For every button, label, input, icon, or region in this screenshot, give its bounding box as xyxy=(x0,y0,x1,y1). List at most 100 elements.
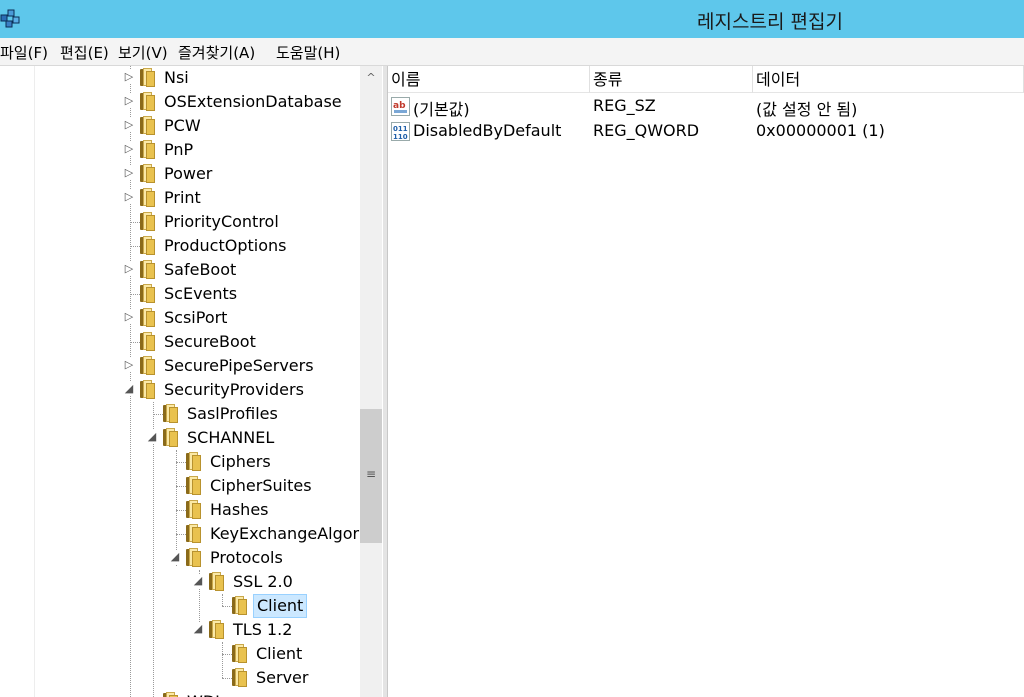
tree-item[interactable]: WDI... xyxy=(0,690,360,697)
values-list[interactable]: 이름 종류 데이터 ab (기본값) REG_SZ (값 설정 안 됨) 011 110 Disa… xyxy=(388,66,1024,697)
tree-item-label[interactable]: Nsi xyxy=(161,67,192,89)
folder-icon xyxy=(138,212,157,231)
tree-item[interactable]: ◢ TLS 1.2 xyxy=(0,618,360,642)
tree-item-label[interactable]: Ciphers xyxy=(207,451,274,473)
tree-item[interactable]: ◢ SecurityProviders xyxy=(0,378,360,402)
expanded-arrow-icon[interactable]: ◢ xyxy=(146,430,158,444)
collapsed-arrow-icon[interactable]: ▷ xyxy=(123,310,135,324)
tree-item[interactable]: Hashes xyxy=(0,498,360,522)
tree-item[interactable]: KeyExchangeAlgorith xyxy=(0,522,380,546)
collapsed-arrow-icon[interactable]: ▷ xyxy=(123,166,135,180)
tree-item-label[interactable]: SaslProfiles xyxy=(184,403,281,425)
tree-item[interactable]: ▷ Power xyxy=(0,162,360,186)
folder-icon xyxy=(138,356,157,375)
tree-item[interactable]: ProductOptions xyxy=(0,234,360,258)
tree-item[interactable]: SaslProfiles xyxy=(0,402,360,426)
tree-item[interactable]: Client xyxy=(0,642,360,666)
tree-item-label[interactable]: TLS 1.2 xyxy=(230,619,295,641)
tree-item-label[interactable]: Server xyxy=(253,667,311,689)
tree-item[interactable]: ▷ ScsiPort xyxy=(0,306,360,330)
tree-item[interactable]: CipherSuites xyxy=(0,474,360,498)
collapsed-arrow-icon[interactable]: ▷ xyxy=(123,190,135,204)
scroll-up-arrow-icon[interactable]: ^ xyxy=(360,66,382,90)
menu-item[interactable]: 파일(F) xyxy=(0,42,48,63)
tree-item-label[interactable]: Hashes xyxy=(207,499,272,521)
collapsed-arrow-icon[interactable]: ▷ xyxy=(123,142,135,156)
tree-item-label[interactable]: KeyExchangeAlgorith xyxy=(207,523,383,545)
tree-item[interactable]: ▷ OSExtensionDatabase xyxy=(0,90,360,114)
tree-item[interactable]: Server xyxy=(0,666,360,690)
tree-item-label[interactable]: CipherSuites xyxy=(207,475,315,497)
tree-item-label[interactable]: SecureBoot xyxy=(161,331,259,353)
value-row[interactable]: ab (기본값) REG_SZ (값 설정 안 됨) xyxy=(388,94,1024,119)
tree-item-label[interactable]: Print xyxy=(161,187,204,209)
tree-item[interactable]: ScEvents xyxy=(0,282,360,306)
tree-item[interactable]: PriorityControl xyxy=(0,210,360,234)
folder-icon xyxy=(138,332,157,351)
value-row[interactable]: 011 110 DisabledByDefault REG_QWORD 0x000000… xyxy=(388,119,1024,143)
tree-item[interactable]: ▷ Nsi xyxy=(0,66,360,90)
column-header[interactable]: 데이터 xyxy=(753,66,1024,93)
tree-item-label[interactable]: PnP xyxy=(161,139,196,161)
expanded-arrow-icon[interactable]: ◢ xyxy=(123,382,135,396)
tree-item-label[interactable]: WDI... xyxy=(184,691,238,697)
tree-item-label[interactable]: SSL 2.0 xyxy=(230,571,296,593)
tree-item[interactable]: ▷ Print xyxy=(0,186,360,210)
tree-item[interactable]: SecureBoot xyxy=(0,330,360,354)
tree-item[interactable]: Client xyxy=(0,594,360,618)
tree-item[interactable]: ◢ SSL 2.0 xyxy=(0,570,360,594)
expanded-arrow-icon[interactable]: ◢ xyxy=(192,622,204,636)
menu-item[interactable]: 보기(V) xyxy=(118,42,168,63)
folder-icon xyxy=(138,92,157,111)
tree-item-label[interactable]: Client xyxy=(253,643,305,665)
collapsed-arrow-icon[interactable]: ▷ xyxy=(123,118,135,132)
tree-item-label[interactable]: SecurityProviders xyxy=(161,379,307,401)
folder-icon xyxy=(230,668,249,687)
tree-item[interactable]: ▷ SafeBoot xyxy=(0,258,360,282)
svg-text:011: 011 xyxy=(393,125,408,133)
expanded-arrow-icon[interactable]: ◢ xyxy=(169,550,181,564)
tree-item[interactable]: ◢ SCHANNEL xyxy=(0,426,360,450)
menu-item[interactable]: 편집(E) xyxy=(60,42,109,63)
tree-scrollbar[interactable]: ^ ≡ xyxy=(360,66,382,697)
column-header[interactable]: 종류 xyxy=(590,66,753,93)
folder-icon xyxy=(138,68,157,87)
column-header[interactable]: 이름 xyxy=(388,66,590,93)
tree-item-label[interactable]: PriorityControl xyxy=(161,211,282,233)
expanded-arrow-icon[interactable]: ◢ xyxy=(192,574,204,588)
tree-item-label[interactable]: ScEvents xyxy=(161,283,240,305)
tree-item-label[interactable]: SafeBoot xyxy=(161,259,239,281)
tree-item-label[interactable]: SecurePipeServers xyxy=(161,355,317,377)
tree-item[interactable]: ▷ SecurePipeServers xyxy=(0,354,360,378)
collapsed-arrow-icon[interactable]: ▷ xyxy=(123,358,135,372)
tree-item-label[interactable]: SCHANNEL xyxy=(184,427,277,449)
value-type: REG_SZ xyxy=(593,96,656,115)
menu-item[interactable]: 도움말(H) xyxy=(276,42,340,63)
tree-item[interactable]: ▷ PnP xyxy=(0,138,360,162)
folder-icon xyxy=(161,692,180,697)
collapsed-arrow-icon[interactable]: ▷ xyxy=(123,70,135,84)
folder-icon xyxy=(207,572,226,591)
folder-icon xyxy=(184,452,203,471)
collapsed-arrow-icon[interactable]: ▷ xyxy=(123,94,135,108)
tree-item-label[interactable]: PCW xyxy=(161,115,204,137)
tree-item[interactable]: Ciphers xyxy=(0,450,360,474)
tree-item-label[interactable]: ScsiPort xyxy=(161,307,230,329)
tree-item-label[interactable]: ProductOptions xyxy=(161,235,289,257)
tree-item[interactable]: ◢ Protocols xyxy=(0,546,360,570)
folder-icon xyxy=(184,476,203,495)
collapsed-arrow-icon[interactable]: ▷ xyxy=(123,262,135,276)
scrollbar-thumb[interactable]: ≡ xyxy=(360,409,382,543)
tree-item-label[interactable]: Protocols xyxy=(207,547,286,569)
key-tree-pane[interactable]: ▷ Nsi ▷ OSExtensionDatabase ▷ PCW ▷ PnP ▷ Power ▷ P… xyxy=(0,66,383,697)
folder-icon xyxy=(207,620,226,639)
tree-item-label[interactable]: Power xyxy=(161,163,215,185)
svg-text:ab: ab xyxy=(393,101,406,111)
window-title: 레지스트리 편집기 xyxy=(697,11,843,33)
tree-item-label[interactable]: Client xyxy=(253,594,308,618)
menu-item[interactable]: 즐겨찾기(A) xyxy=(178,42,255,63)
tree-item[interactable]: ▷ PCW xyxy=(0,114,360,138)
value-data: (값 설정 안 됨) xyxy=(756,100,858,119)
title-bar[interactable]: 레지스트리 편집기 xyxy=(0,0,1024,38)
tree-item-label[interactable]: OSExtensionDatabase xyxy=(161,91,345,113)
